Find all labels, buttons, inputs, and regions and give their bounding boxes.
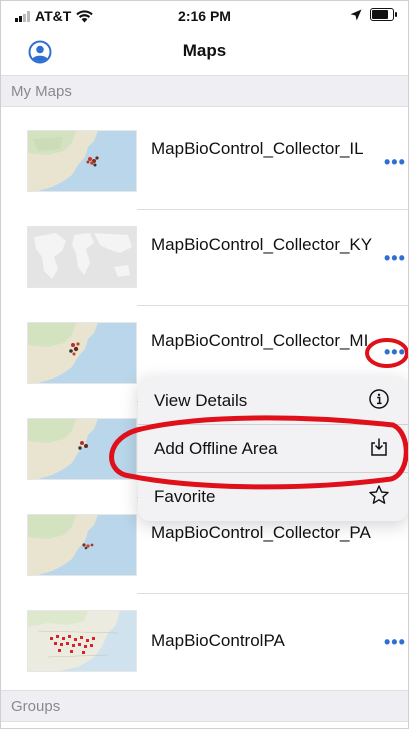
more-options-button[interactable]: ••• (384, 632, 406, 653)
star-outline-icon (369, 485, 389, 504)
download-tray-icon (371, 438, 387, 456)
more-options-button[interactable]: ••• (384, 342, 406, 363)
more-options-button[interactable]: ••• (384, 152, 406, 173)
map-name: MapBioControl_Collector_PA (151, 523, 371, 542)
menu-item-view-details[interactable]: View Details (138, 377, 408, 424)
info-circle-icon (369, 389, 389, 409)
more-options-button[interactable]: ••• (384, 248, 406, 269)
map-thumbnail (27, 610, 137, 672)
location-arrow-icon (350, 9, 362, 20)
map-thumbnail (27, 130, 137, 192)
map-name: MapBioControl_Collector_IL (151, 139, 364, 158)
status-time: 2:16 PM (178, 8, 231, 24)
status-bar: AT&T 2:16 PM (1, 1, 408, 31)
navigation-bar: Maps (1, 31, 408, 75)
context-menu: View Details Add Offline Area Favorite (138, 377, 408, 521)
menu-item-favorite[interactable]: Favorite (138, 473, 408, 520)
map-list-item[interactable]: MapBioControlPA ••• (1, 594, 408, 690)
map-thumbnail (27, 514, 137, 576)
page-title: Maps (182, 41, 227, 60)
map-thumbnail (27, 322, 137, 384)
map-list-item[interactable]: MapBioControl_Collector_KY ••• (1, 210, 408, 306)
map-name: MapBioControl_Collector_MI (151, 331, 369, 350)
battery-icon (370, 8, 397, 21)
menu-item-add-offline-area[interactable]: Add Offline Area (138, 425, 408, 472)
section-header-groups: Groups (1, 690, 408, 722)
map-name: MapBioControl_Collector_KY (151, 235, 373, 254)
map-list-item[interactable]: MapBioControl_Collector_IL ••• (1, 114, 408, 210)
app-screen: AT&T 2:16 PM Maps My Maps MapBioControl_… (0, 0, 409, 729)
map-thumbnail (27, 226, 137, 288)
map-thumbnail (27, 418, 137, 480)
map-name: MapBioControlPA (151, 631, 285, 650)
section-header-my-maps: My Maps (1, 75, 408, 107)
